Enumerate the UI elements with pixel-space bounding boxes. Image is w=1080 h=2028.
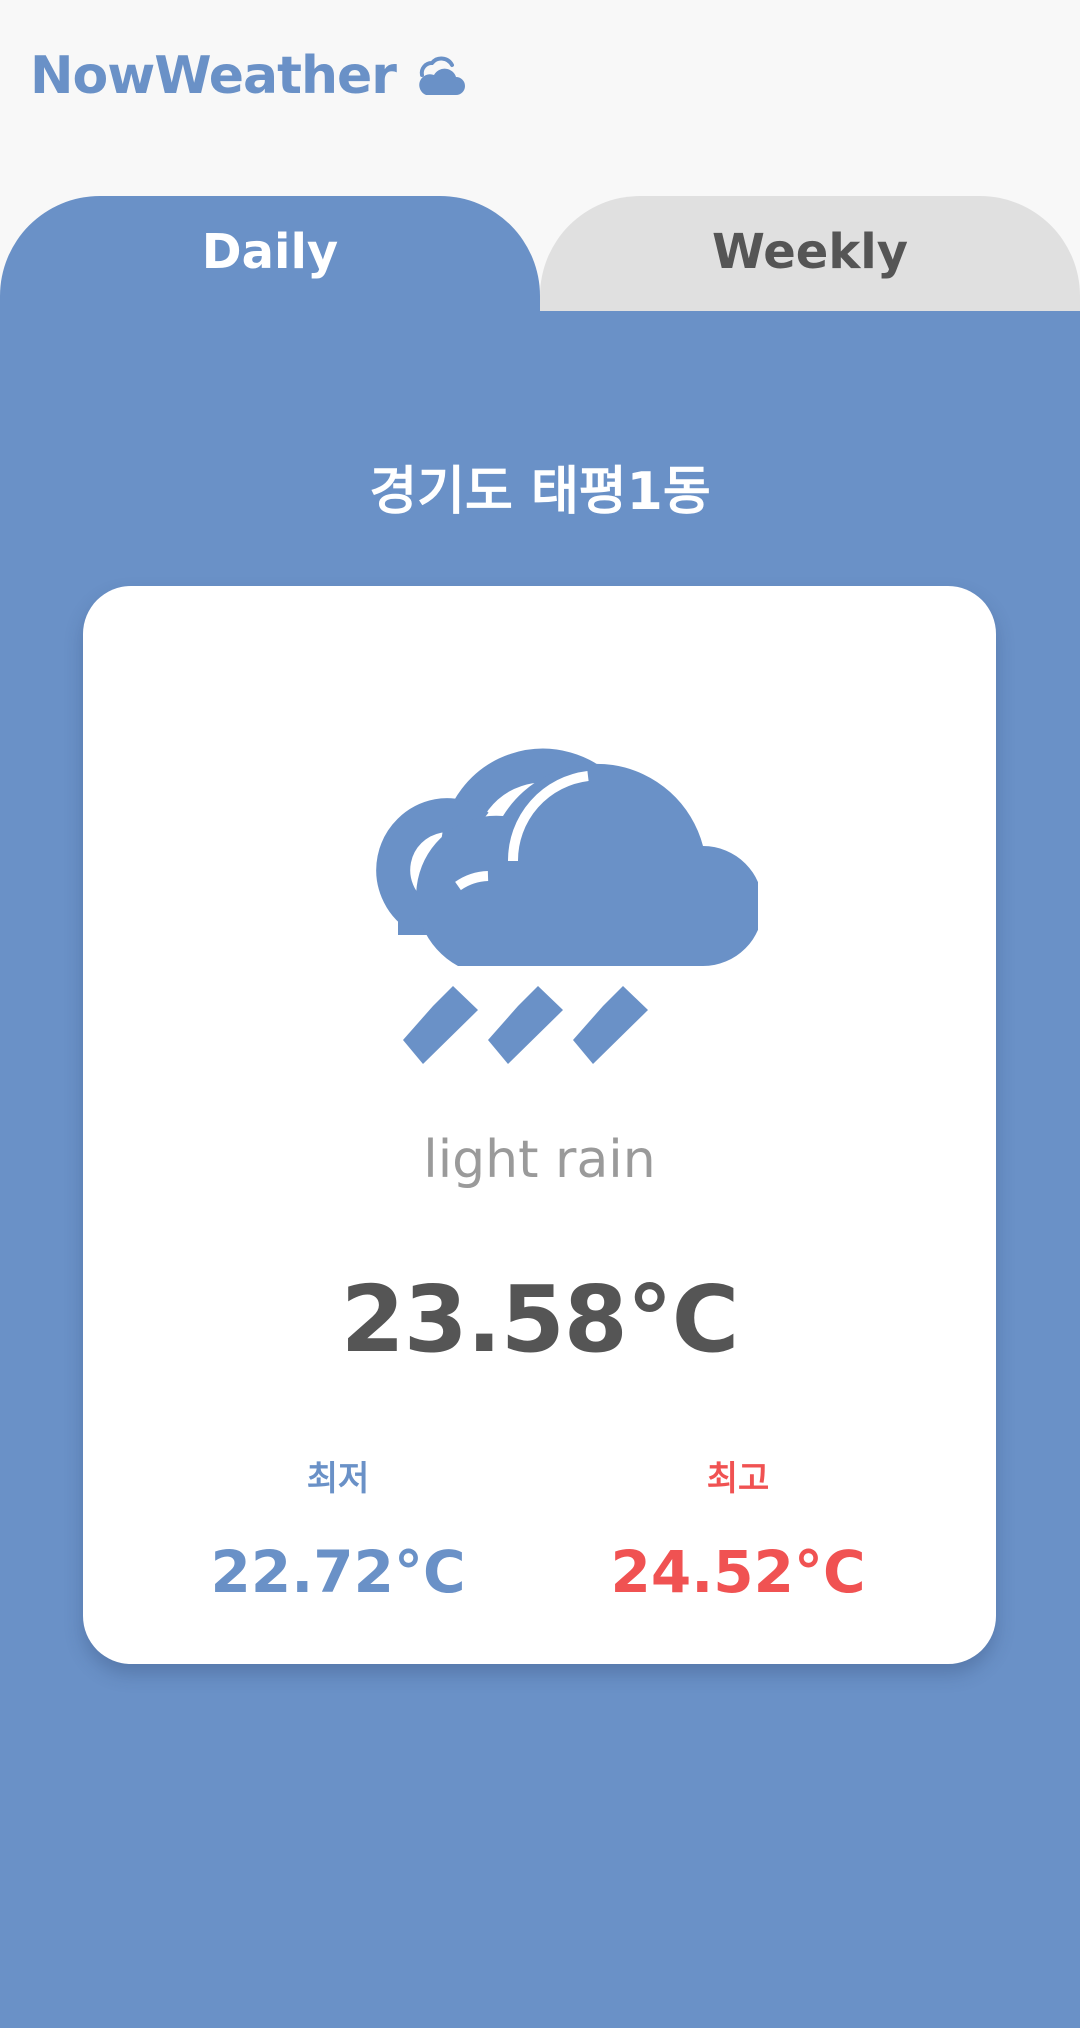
cloud-rain-icon: [376, 748, 758, 1064]
weather-card: light rain 23.58°C 최저 22.72°C 최고 24.52°C: [83, 586, 996, 1664]
weather-condition: light rain: [423, 1130, 656, 1190]
max-temp-label: 최고: [706, 1459, 770, 1499]
min-temp-value: 22.72°C: [210, 1538, 466, 1606]
max-temp-value: 24.52°C: [610, 1538, 866, 1606]
location-label: 경기도 태평1동: [369, 462, 711, 522]
cloud-logo-icon: [419, 56, 465, 95]
min-temp-label: 최저: [306, 1459, 370, 1499]
tab-weekly[interactable]: Weekly: [540, 196, 1080, 313]
current-temperature: 23.58°C: [340, 1266, 740, 1373]
app-title: NowWeather: [30, 46, 468, 106]
daily-panel: 경기도 태평1동 light rain 23.58°C 최저 22.72°C 최…: [0, 311, 1080, 2028]
tab-bar: Daily Weekly: [0, 196, 1080, 313]
min-temp-block: 최저 22.72°C: [138, 1451, 538, 1606]
app-root: NowWeather Daily Weekly 경기도 태평1동 light r…: [0, 0, 1080, 2028]
app-header: NowWeather: [0, 0, 1080, 160]
max-temp-block: 최고 24.52°C: [538, 1451, 938, 1606]
tab-daily[interactable]: Daily: [0, 196, 540, 313]
app-title-text: NowWeather: [30, 46, 397, 106]
